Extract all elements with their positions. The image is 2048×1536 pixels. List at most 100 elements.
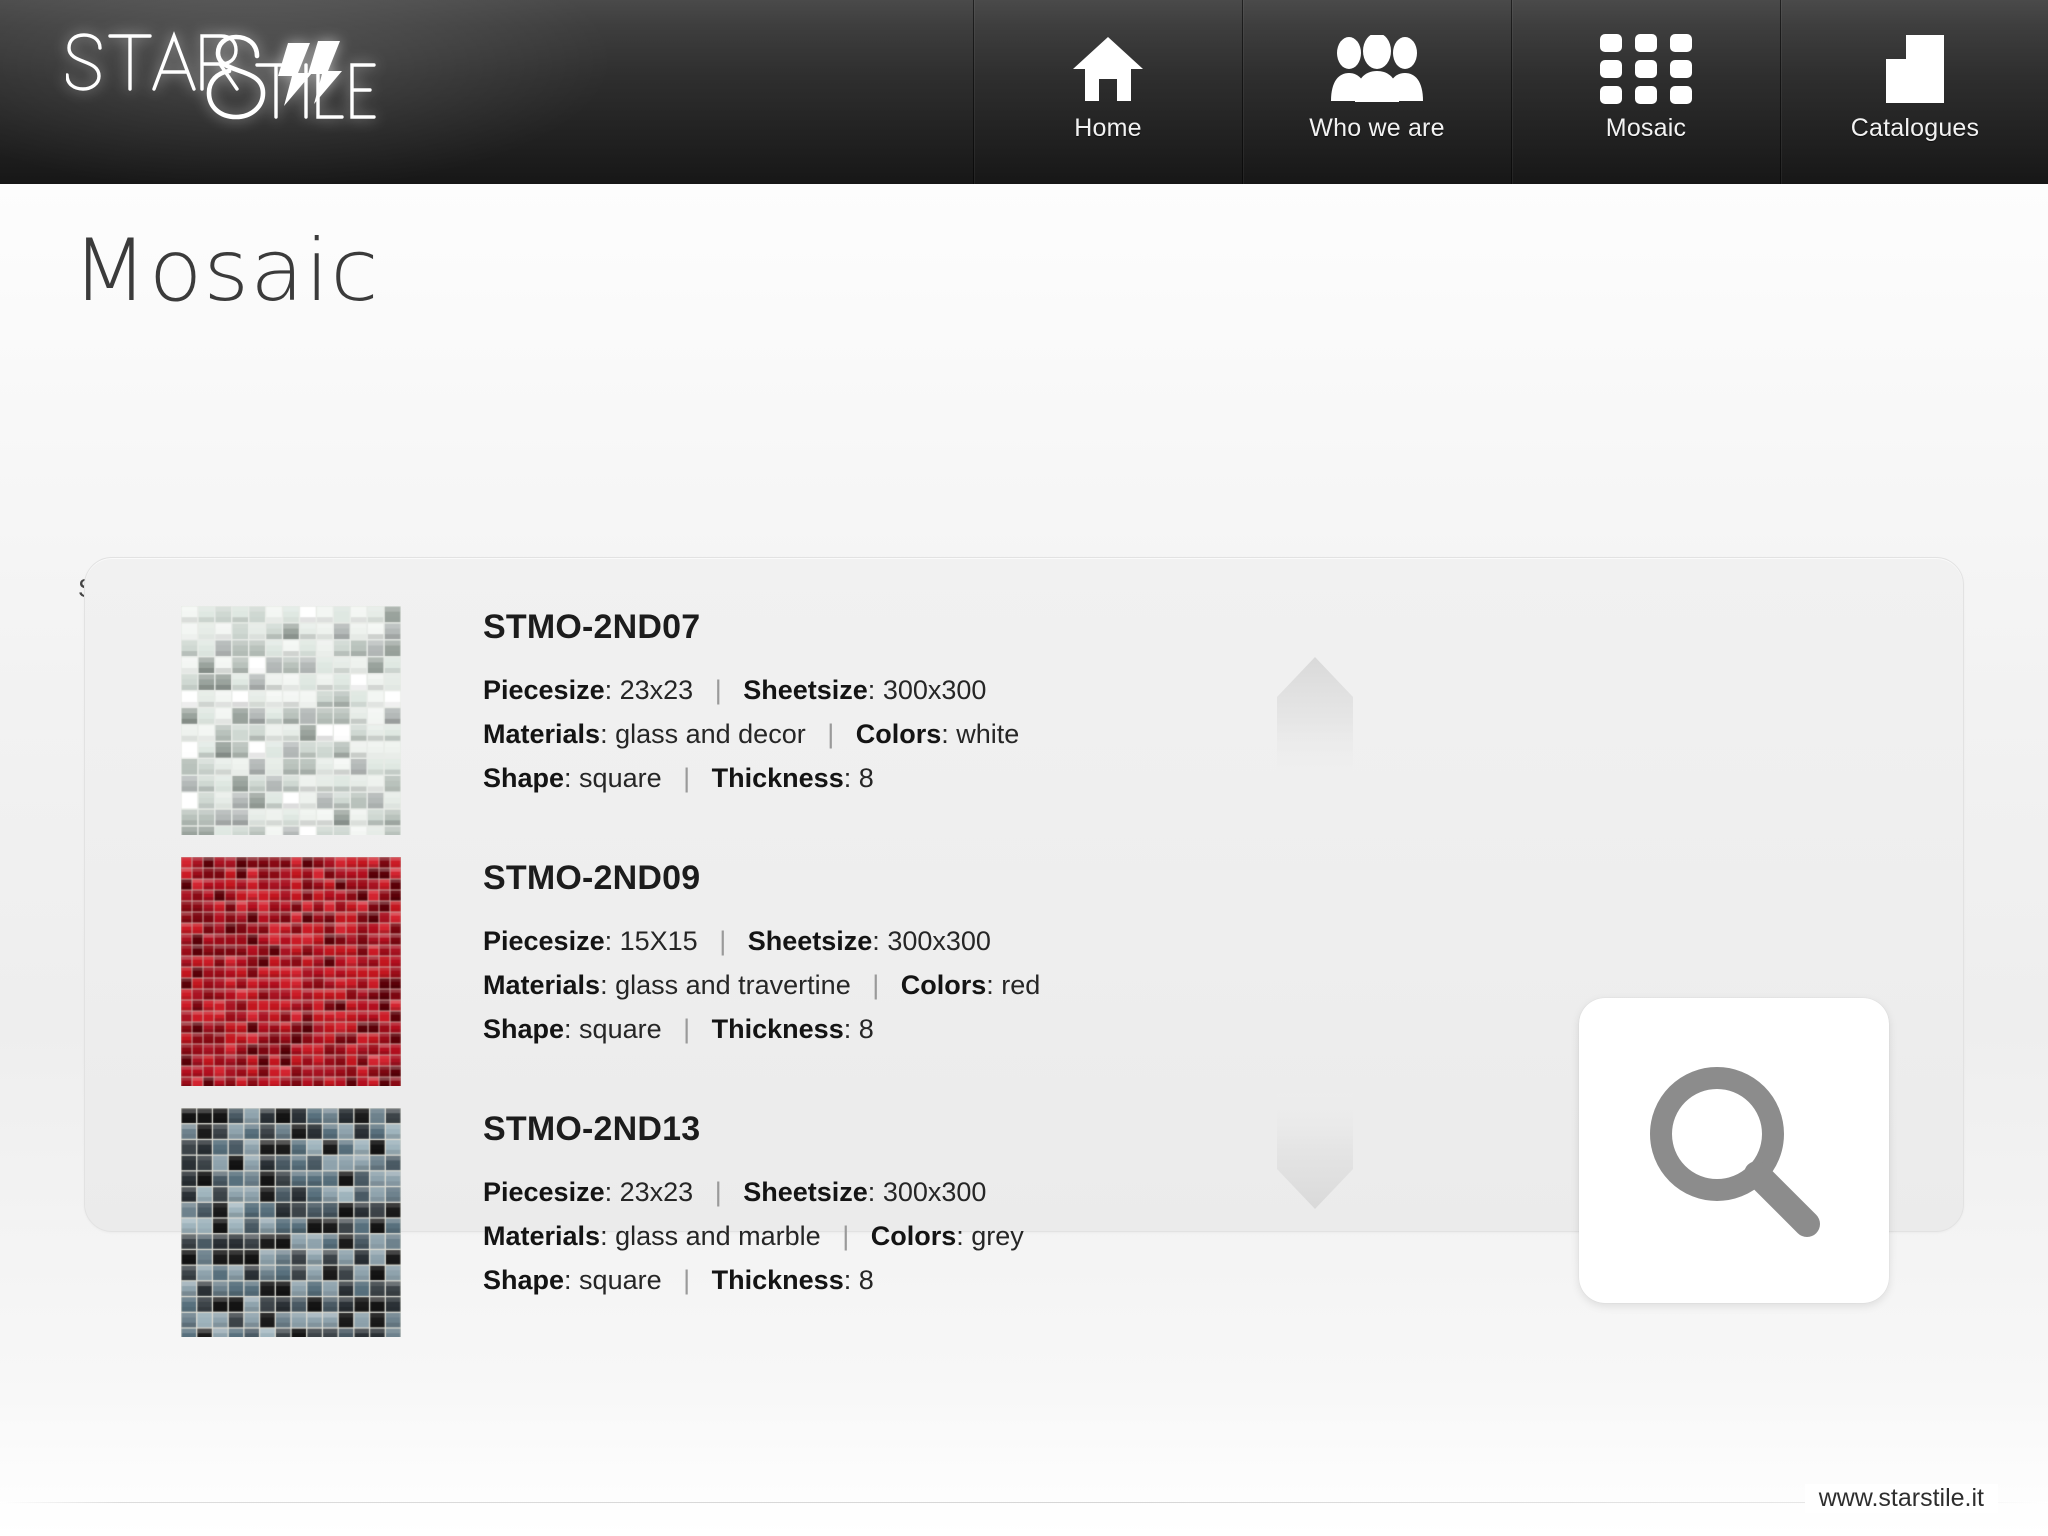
spec-line-materials: Materials: glass and marble | Colors: gr… (483, 1214, 1024, 1258)
value-materials: glass and decor (615, 719, 806, 749)
colon: : (867, 675, 883, 705)
value-colors: white (956, 719, 1020, 749)
colon: : (867, 1177, 883, 1207)
nav-item-catalogues[interactable]: Catalogues (1780, 0, 2048, 184)
spec-separator: | (842, 1221, 850, 1251)
nav-label-mosaic: Mosaic (1605, 114, 1687, 142)
value-shape: square (579, 763, 662, 793)
label-colors: Colors (900, 970, 987, 1000)
page-title: Mosaic (72, 221, 380, 321)
spec-line-size: Piecesize: 23x23 | Sheetsize: 300x300 (483, 668, 1019, 712)
product-thumbnail[interactable] (181, 606, 401, 835)
spec-separator: | (719, 926, 727, 956)
label-shape: Shape (483, 1014, 565, 1044)
product-sku: STMO-2ND13 (483, 1110, 701, 1148)
search-icon (1639, 1056, 1829, 1246)
value-materials: glass and marble (615, 1221, 821, 1251)
spec-separator: | (714, 675, 722, 705)
product-sku: STMO-2ND09 (483, 859, 701, 897)
nav-item-who-we-are[interactable]: Who we are (1242, 0, 1511, 184)
nav-label-who-we-are: Who we are (1309, 114, 1445, 142)
footer-divider (0, 1502, 2048, 1503)
colon: : (986, 970, 1002, 1000)
value-shape: square (579, 1265, 662, 1295)
value-colors: red (1001, 970, 1041, 1000)
colon: : (872, 926, 888, 956)
value-sheetsize: 300x300 (882, 675, 987, 705)
main-navigation[interactable]: Home Who we are Mosaic Catalogues (973, 0, 2048, 184)
colon: : (956, 1221, 972, 1251)
value-piecesize: 23x23 (619, 675, 694, 705)
colon: : (600, 719, 616, 749)
label-materials: Materials (483, 719, 601, 749)
value-thickness: 8 (858, 1014, 874, 1044)
scroll-down-arrow[interactable] (1275, 1091, 1355, 1211)
value-shape: square (579, 1014, 662, 1044)
spec-separator: | (714, 1177, 722, 1207)
spec-line-size: Piecesize: 15X15 | Sheetsize: 300x300 (483, 919, 1040, 963)
scroll-up-arrow[interactable] (1275, 655, 1355, 775)
site-header: Home Who we are Mosaic Catalogues (0, 0, 2048, 184)
colon: : (564, 1265, 580, 1295)
colon: : (843, 763, 859, 793)
colon: : (604, 675, 620, 705)
product-info: STMO-2ND07 Piecesize: 23x23 | Sheetsize:… (483, 606, 1019, 843)
value-piecesize: 15X15 (619, 926, 698, 956)
spec-separator: | (872, 970, 880, 1000)
product-thumbnail[interactable] (181, 1108, 401, 1337)
spec-line-size: Piecesize: 23x23 | Sheetsize: 300x300 (483, 1170, 1024, 1214)
spec-line-shape: Shape: square | Thickness: 8 (483, 1258, 1024, 1302)
result-row[interactable]: STMO-2ND09 Piecesize: 15X15 | Sheetsize:… (181, 857, 1521, 1094)
nav-label-catalogues: Catalogues (1850, 114, 1980, 142)
footer-url[interactable]: www.starstile.it (1804, 1484, 1998, 1513)
colon: : (600, 970, 616, 1000)
document-icon (1884, 26, 1946, 112)
label-materials: Materials (483, 970, 601, 1000)
label-piecesize: Piecesize (483, 675, 605, 705)
label-piecesize: Piecesize (483, 926, 605, 956)
brand-logo[interactable] (66, 18, 406, 133)
value-thickness: 8 (858, 1265, 874, 1295)
spec-separator: | (827, 719, 835, 749)
value-materials: glass and travertine (615, 970, 851, 1000)
product-info: STMO-2ND13 Piecesize: 23x23 | Sheetsize:… (483, 1108, 1024, 1345)
spec-line-materials: Materials: glass and travertine | Colors… (483, 963, 1040, 1007)
colon: : (843, 1014, 859, 1044)
grid-dots-icon (1598, 26, 1694, 112)
people-icon (1327, 26, 1427, 112)
label-thickness: Thickness (711, 1014, 844, 1044)
colon: : (564, 1014, 580, 1044)
value-thickness: 8 (858, 763, 874, 793)
spec-line-shape: Shape: square | Thickness: 8 (483, 756, 1019, 800)
label-sheetsize: Sheetsize (743, 1177, 868, 1207)
label-sheetsize: Sheetsize (743, 675, 868, 705)
label-shape: Shape (483, 1265, 565, 1295)
colon: : (564, 763, 580, 793)
nav-label-home: Home (1074, 114, 1142, 142)
label-colors: Colors (870, 1221, 957, 1251)
product-thumbnail[interactable] (181, 857, 401, 1086)
value-piecesize: 23x23 (619, 1177, 694, 1207)
spec-line-materials: Materials: glass and decor | Colors: whi… (483, 712, 1019, 756)
colon: : (843, 1265, 859, 1295)
nav-item-mosaic[interactable]: Mosaic (1511, 0, 1780, 184)
colon: : (604, 926, 620, 956)
label-colors: Colors (855, 719, 942, 749)
label-thickness: Thickness (711, 1265, 844, 1295)
label-shape: Shape (483, 763, 565, 793)
home-icon (1071, 26, 1145, 112)
product-info: STMO-2ND09 Piecesize: 15X15 | Sheetsize:… (483, 857, 1040, 1094)
label-piecesize: Piecesize (483, 1177, 605, 1207)
colon: : (600, 1221, 616, 1251)
nav-item-home[interactable]: Home (973, 0, 1242, 184)
colon: : (604, 1177, 620, 1207)
search-button[interactable] (1579, 998, 1889, 1303)
page-body: Mosaic Search results STMO-2ND07 Piecesi… (0, 184, 2048, 1536)
label-sheetsize: Sheetsize (747, 926, 873, 956)
colon: : (941, 719, 957, 749)
label-thickness: Thickness (711, 763, 844, 793)
label-materials: Materials (483, 1221, 601, 1251)
spec-separator: | (683, 1265, 691, 1295)
search-results-panel: STMO-2ND07 Piecesize: 23x23 | Sheetsize:… (84, 557, 1964, 1337)
spec-separator: | (683, 763, 691, 793)
